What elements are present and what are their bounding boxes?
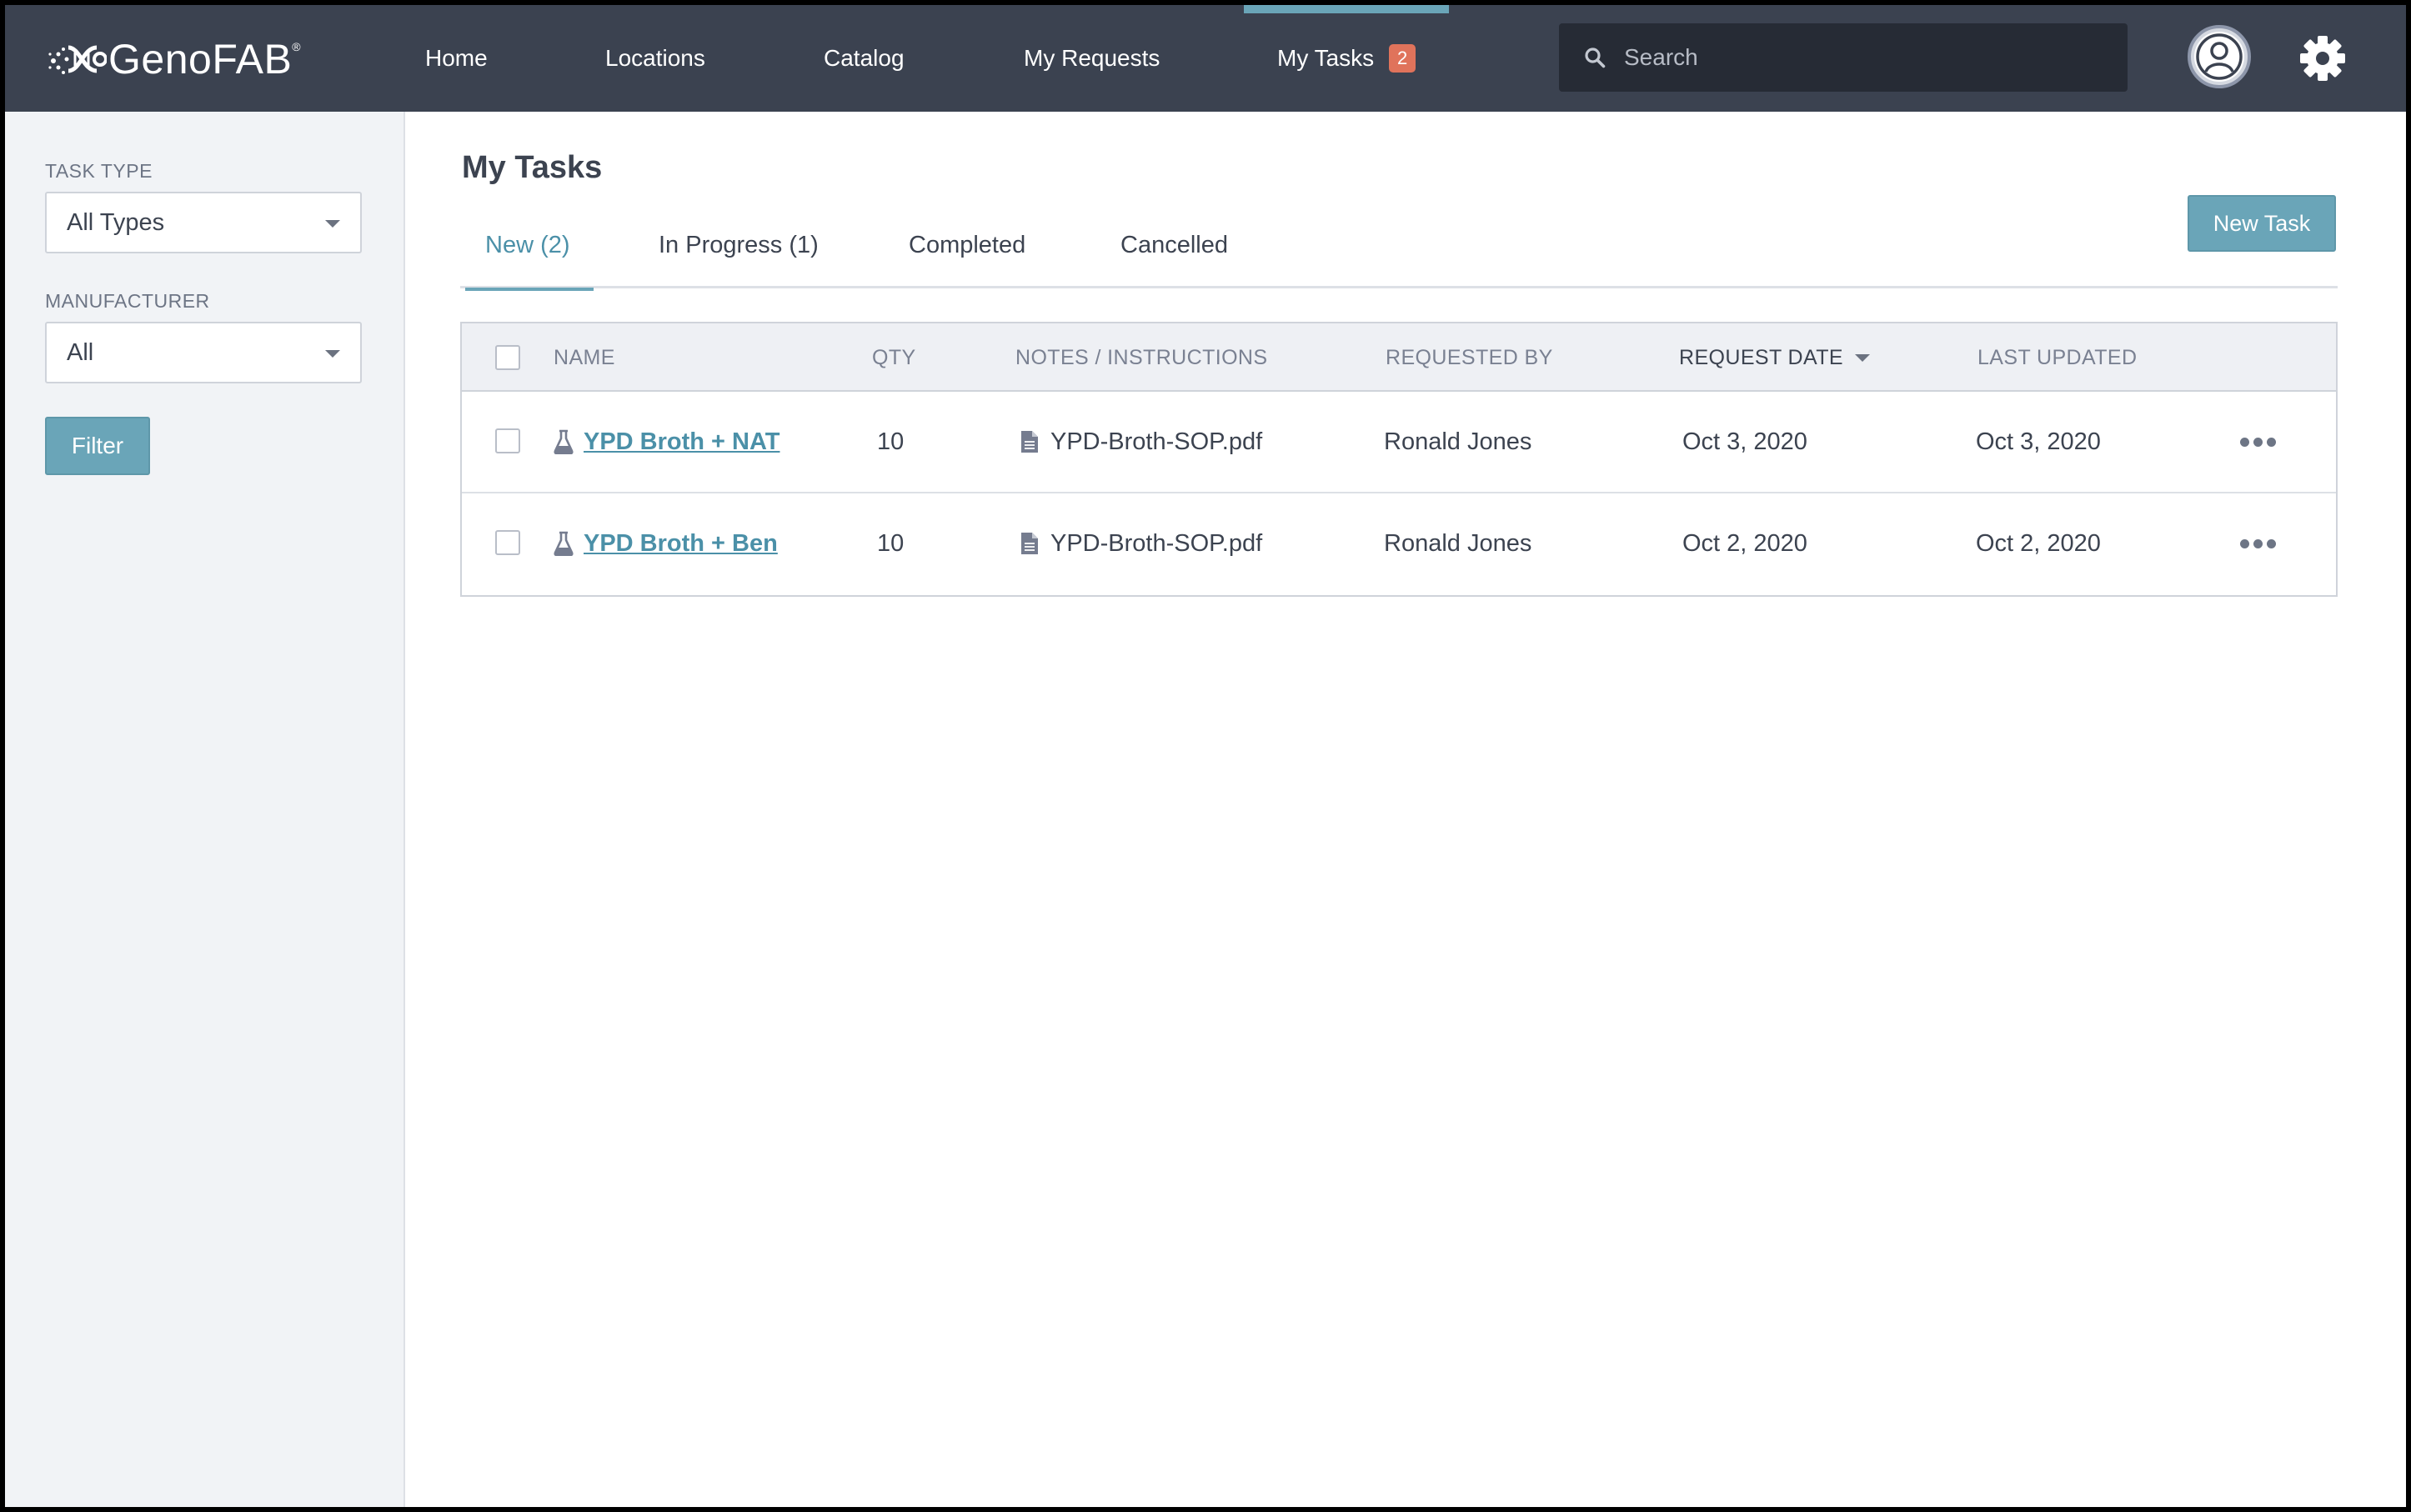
request-date-cell: Oct 2, 2020 [1682, 529, 1807, 557]
table-row: YPD Broth + NAT 10 YPD-Broth-SOP.pdf Ron… [462, 392, 2336, 492]
flask-icon [554, 429, 574, 454]
task-type-label: TASK TYPE [45, 160, 153, 182]
nav-home-label: Home [425, 45, 488, 71]
flask-icon [554, 531, 574, 556]
tab-completed[interactable]: Completed [909, 202, 1025, 288]
table-header: NAME QTY NOTES / INSTRUCTIONS REQUESTED … [462, 323, 2336, 392]
column-header-notes[interactable]: NOTES / INSTRUCTIONS [1015, 323, 1267, 392]
last-updated-cell: Oct 2, 2020 [1976, 529, 2101, 557]
nav-my-requests[interactable]: My Requests [1024, 5, 1160, 112]
search-input[interactable] [1624, 44, 2091, 71]
tasks-table: NAME QTY NOTES / INSTRUCTIONS REQUESTED … [460, 322, 2338, 597]
table-row: YPD Broth + Ben 10 YPD-Broth-SOP.pdf Ron… [462, 492, 2336, 592]
column-header-request-date[interactable]: REQUEST DATE [1679, 323, 1870, 392]
search-icon [1585, 48, 1606, 68]
column-header-qty[interactable]: QTY [872, 323, 916, 392]
attachment-link[interactable]: YPD-Broth-SOP.pdf [1050, 428, 1262, 456]
gear-icon[interactable] [2299, 35, 2346, 82]
qty-cell: 10 [877, 428, 905, 455]
filter-button[interactable]: Filter [45, 417, 150, 475]
nav-my-tasks-label: My Tasks [1277, 45, 1375, 71]
task-status-tabs: New (2) In Progress (1) Completed Cancel… [460, 202, 2338, 291]
sort-descending-icon [1854, 353, 1870, 362]
page-title: My Tasks [462, 150, 603, 185]
column-header-name[interactable]: NAME [554, 323, 615, 392]
manufacturer-select[interactable]: All [45, 322, 362, 383]
column-header-request-date-label: REQUEST DATE [1679, 345, 1843, 369]
select-all-checkbox[interactable] [495, 345, 520, 370]
search-box[interactable] [1559, 23, 2128, 92]
nav-locations-label: Locations [605, 45, 705, 71]
top-navigation-bar: GenoFAB® Home Locations Catalog My Reque… [5, 5, 2406, 112]
task-name-link[interactable]: YPD Broth + Ben [584, 530, 778, 558]
task-type-value: All Types [67, 208, 165, 236]
manufacturer-label: MANUFACTURER [45, 290, 210, 312]
notes-cell: YPD-Broth-SOP.pdf [1020, 392, 1262, 492]
user-avatar-icon [2194, 32, 2244, 82]
nav-my-tasks[interactable]: My Tasks 2 [1243, 5, 1450, 112]
row-checkbox[interactable] [495, 428, 520, 453]
task-type-select[interactable]: All Types [45, 192, 362, 253]
tab-new[interactable]: New (2) [465, 202, 593, 291]
name-cell: YPD Broth + Ben [554, 493, 778, 593]
row-checkbox[interactable] [495, 530, 520, 555]
nav-catalog-label: Catalog [824, 45, 905, 71]
name-cell: YPD Broth + NAT [554, 392, 780, 492]
requested-by-cell: Ronald Jones [1384, 529, 1532, 557]
task-name-link[interactable]: YPD Broth + NAT [584, 428, 780, 456]
genofab-logo[interactable]: GenoFAB® [47, 30, 301, 88]
tasks-count-badge: 2 [1389, 44, 1416, 73]
chevron-down-icon [325, 350, 340, 358]
app-window: GenoFAB® Home Locations Catalog My Reque… [5, 5, 2406, 1507]
requested-by-cell: Ronald Jones [1384, 428, 1532, 455]
user-avatar-button[interactable] [2188, 25, 2251, 88]
document-icon [1021, 431, 1038, 453]
column-header-last-updated[interactable]: LAST UPDATED [1977, 323, 2137, 392]
dna-logo-icon [48, 45, 107, 74]
qty-cell: 10 [877, 529, 905, 557]
request-date-cell: Oct 3, 2020 [1682, 428, 1807, 455]
chevron-down-icon [325, 220, 340, 228]
document-icon [1021, 533, 1038, 554]
notes-cell: YPD-Broth-SOP.pdf [1020, 493, 1262, 593]
manufacturer-value: All [67, 338, 94, 366]
filter-sidebar: TASK TYPE All Types MANUFACTURER All Fil… [5, 112, 405, 1507]
logo-wordmark: GenoFAB® [108, 36, 302, 83]
more-horizontal-icon[interactable] [2238, 392, 2278, 492]
tab-cancelled[interactable]: Cancelled [1120, 202, 1228, 288]
tab-in-progress[interactable]: In Progress (1) [659, 202, 819, 288]
nav-my-requests-label: My Requests [1024, 45, 1160, 71]
nav-locations[interactable]: Locations [605, 5, 705, 112]
column-header-requested-by[interactable]: REQUESTED BY [1386, 323, 1553, 392]
nav-catalog[interactable]: Catalog [824, 5, 905, 112]
more-horizontal-icon[interactable] [2238, 493, 2278, 593]
last-updated-cell: Oct 3, 2020 [1976, 428, 2101, 455]
nav-home[interactable]: Home [425, 5, 488, 112]
attachment-link[interactable]: YPD-Broth-SOP.pdf [1050, 530, 1262, 558]
